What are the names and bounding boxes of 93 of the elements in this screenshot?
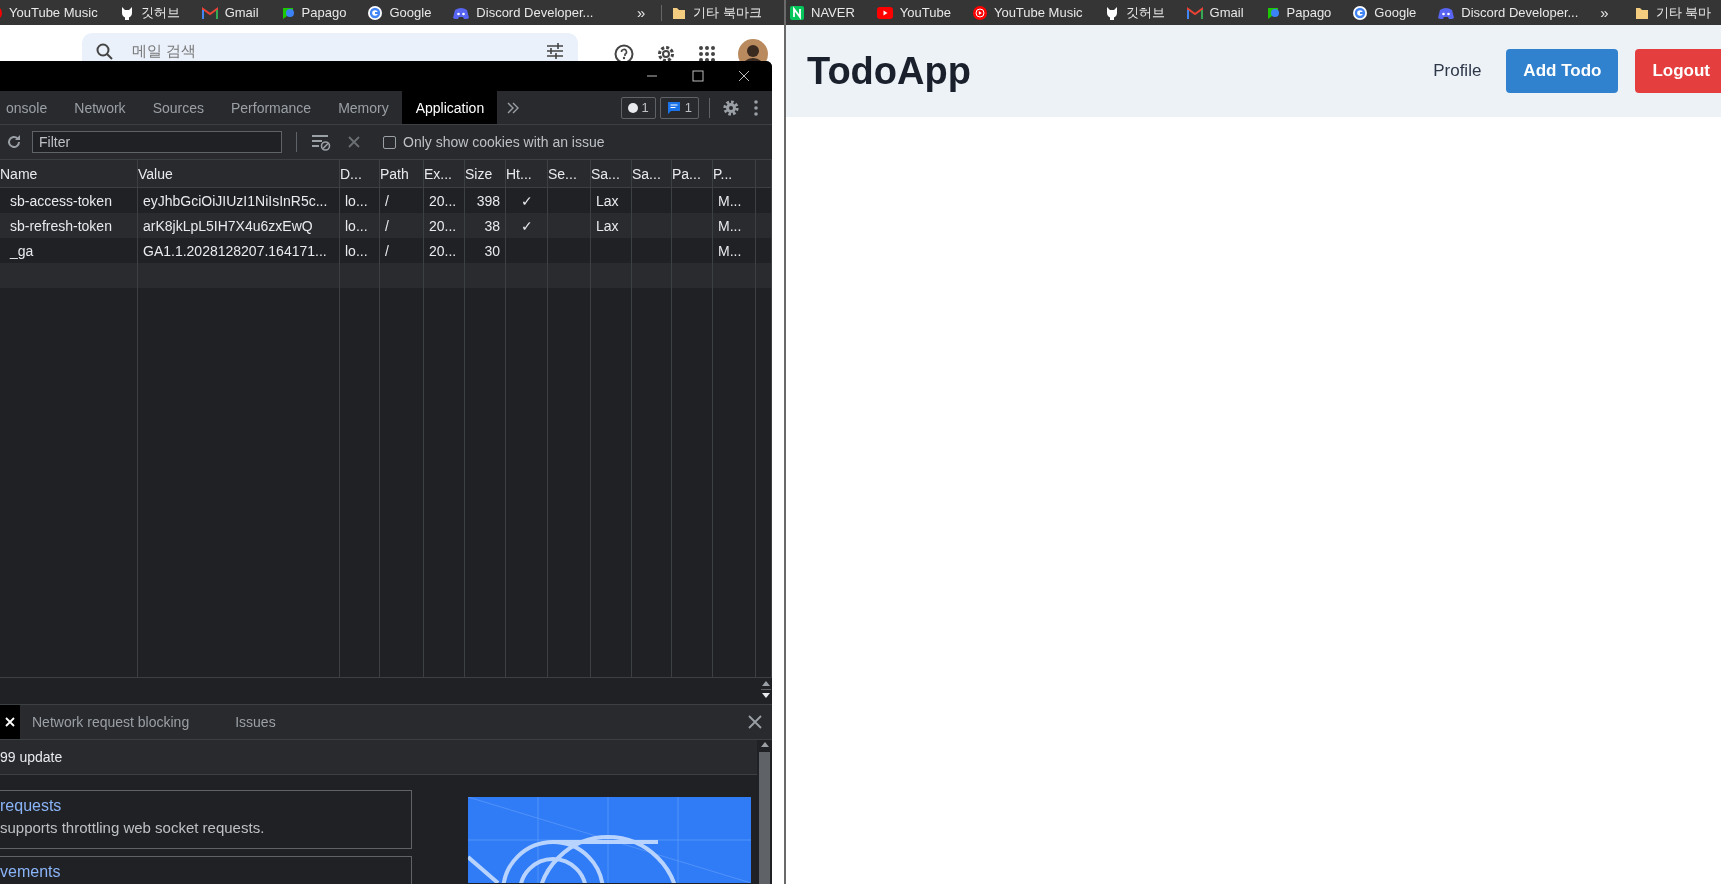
- mail-icon: [1186, 6, 1203, 19]
- cat-icon: [1104, 5, 1119, 20]
- speech-bubble-icon: [280, 5, 295, 20]
- filter-field[interactable]: Filter: [32, 131, 282, 153]
- bookmark-link[interactable]: Discord Developer...: [1461, 5, 1579, 20]
- table-cell: arK8jkLpL5IH7X4u6zxEwQ: [138, 213, 340, 238]
- scrollbar-thumb[interactable]: [759, 752, 770, 884]
- bookmark-link[interactable]: Papago: [1286, 5, 1332, 20]
- table-cell: 38: [465, 213, 506, 238]
- panel-tab[interactable]: Performance: [217, 91, 325, 124]
- bookmark-link[interactable]: 깃허브: [140, 3, 180, 22]
- panel-tab[interactable]: onsole: [0, 91, 61, 124]
- column-header[interactable]: Value: [138, 160, 340, 187]
- folder-icon: [1634, 5, 1649, 20]
- feature-description: supports throttling web socket requests.: [0, 819, 266, 836]
- gamepad-icon: [453, 6, 470, 19]
- filter-sliders-icon: [546, 43, 564, 59]
- close-drawer-icon[interactable]: [748, 715, 762, 729]
- column-header[interactable]: Size: [465, 160, 506, 187]
- bookmark-link[interactable]: Discord Developer...: [476, 5, 594, 20]
- panel-heading: 99 update: [0, 749, 63, 765]
- bookmark-link[interactable]: YouTube: [899, 5, 951, 20]
- search-icon: [96, 43, 114, 61]
- column-header[interactable]: Sa...: [632, 160, 672, 187]
- column-header[interactable]: Pa...: [672, 160, 713, 187]
- more-bookmarks-button[interactable]: »: [1600, 4, 1609, 21]
- column-header[interactable]: Sa...: [591, 160, 632, 187]
- table-cell: 20...: [424, 213, 465, 238]
- ring-icon: [1353, 5, 1368, 20]
- column-header[interactable]: Ex...: [424, 160, 465, 187]
- bookmark-folder[interactable]: 기타 북마: [1655, 3, 1712, 22]
- issues-counter[interactable]: 1: [620, 96, 656, 119]
- cat-icon: [119, 5, 134, 20]
- panel-tab[interactable]: Memory: [324, 91, 402, 124]
- logout-button[interactable]: Logout: [1635, 49, 1721, 93]
- mail-icon: [201, 6, 218, 19]
- bookmark-link[interactable]: YouTube Music: [993, 5, 1083, 20]
- column-header[interactable]: Path: [380, 160, 424, 187]
- profile-link[interactable]: Profile: [1433, 61, 1482, 81]
- column-header[interactable]: Ht...: [506, 160, 548, 187]
- column-header[interactable]: D...: [340, 160, 380, 187]
- bookmark-link[interactable]: NAVER: [811, 5, 855, 20]
- square-logo-icon: [790, 5, 804, 20]
- panel-tab[interactable]: Network: [60, 91, 139, 124]
- bookmark-folder[interactable]: 기타 북마크: [693, 3, 762, 22]
- help-icon[interactable]: [614, 44, 634, 61]
- feature-link[interactable]: requests: [0, 797, 411, 815]
- close-icon[interactable]: [738, 70, 750, 82]
- table-cell: M...: [713, 213, 756, 238]
- panel-tab[interactable]: Application: [401, 91, 498, 124]
- table-cell: sb-refresh-token: [0, 213, 138, 238]
- app-title: TodoApp: [807, 49, 971, 93]
- settings-icon[interactable]: [722, 98, 740, 117]
- bookmark-link[interactable]: Google: [389, 5, 432, 20]
- messages-counter[interactable]: 1: [659, 96, 699, 119]
- column-header[interactable]: P...: [713, 160, 756, 187]
- ring-icon: [368, 5, 383, 20]
- panel-tab[interactable]: Sources: [138, 91, 217, 124]
- delete-icon[interactable]: [347, 135, 361, 149]
- settings-icon[interactable]: [656, 44, 676, 61]
- search-bar[interactable]: 메일 검색: [82, 33, 578, 61]
- column-header[interactable]: Name: [0, 160, 138, 187]
- bookmark-link[interactable]: YouTube Music: [9, 5, 98, 20]
- drawer-tab[interactable]: Network request blocking: [20, 714, 207, 730]
- feature-link[interactable]: vements: [0, 863, 411, 881]
- more-bookmarks-button[interactable]: »: [637, 4, 646, 21]
- clear-filter-icon[interactable]: [311, 133, 331, 151]
- bookmark-link[interactable]: Gmail: [224, 5, 259, 20]
- folder-icon: [672, 5, 687, 20]
- table-cell: Lax: [591, 213, 632, 238]
- maximize-icon[interactable]: [692, 70, 704, 82]
- add-todo-button[interactable]: Add Todo: [1506, 49, 1619, 93]
- bookmark-link[interactable]: Gmail: [1209, 5, 1244, 20]
- play-icon: [972, 5, 987, 20]
- checkbox-label: Only show cookies with an issue: [403, 134, 605, 150]
- apps-grid-icon[interactable]: [698, 45, 716, 61]
- bookmark-link[interactable]: Google: [1374, 5, 1417, 20]
- checkbox[interactable]: [383, 135, 396, 149]
- message-icon: [666, 101, 681, 114]
- drawer-tab[interactable]: Issues: [223, 714, 293, 730]
- table-cell: ✓: [506, 213, 548, 238]
- dot-icon: [627, 102, 638, 113]
- play-icon: [876, 6, 893, 19]
- gamepad-icon: [1438, 6, 1455, 19]
- speech-bubble-icon: [1265, 5, 1280, 20]
- table-cell: /: [380, 213, 424, 238]
- more-options-icon[interactable]: [754, 99, 758, 116]
- refresh-icon[interactable]: [6, 134, 22, 150]
- column-header[interactable]: Se...: [548, 160, 591, 187]
- bookmark-link[interactable]: Papago: [301, 5, 347, 20]
- bookmark-link[interactable]: 깃허브: [1125, 3, 1165, 22]
- more-tabs-icon[interactable]: [507, 101, 520, 114]
- table-cell: lo...: [340, 213, 380, 238]
